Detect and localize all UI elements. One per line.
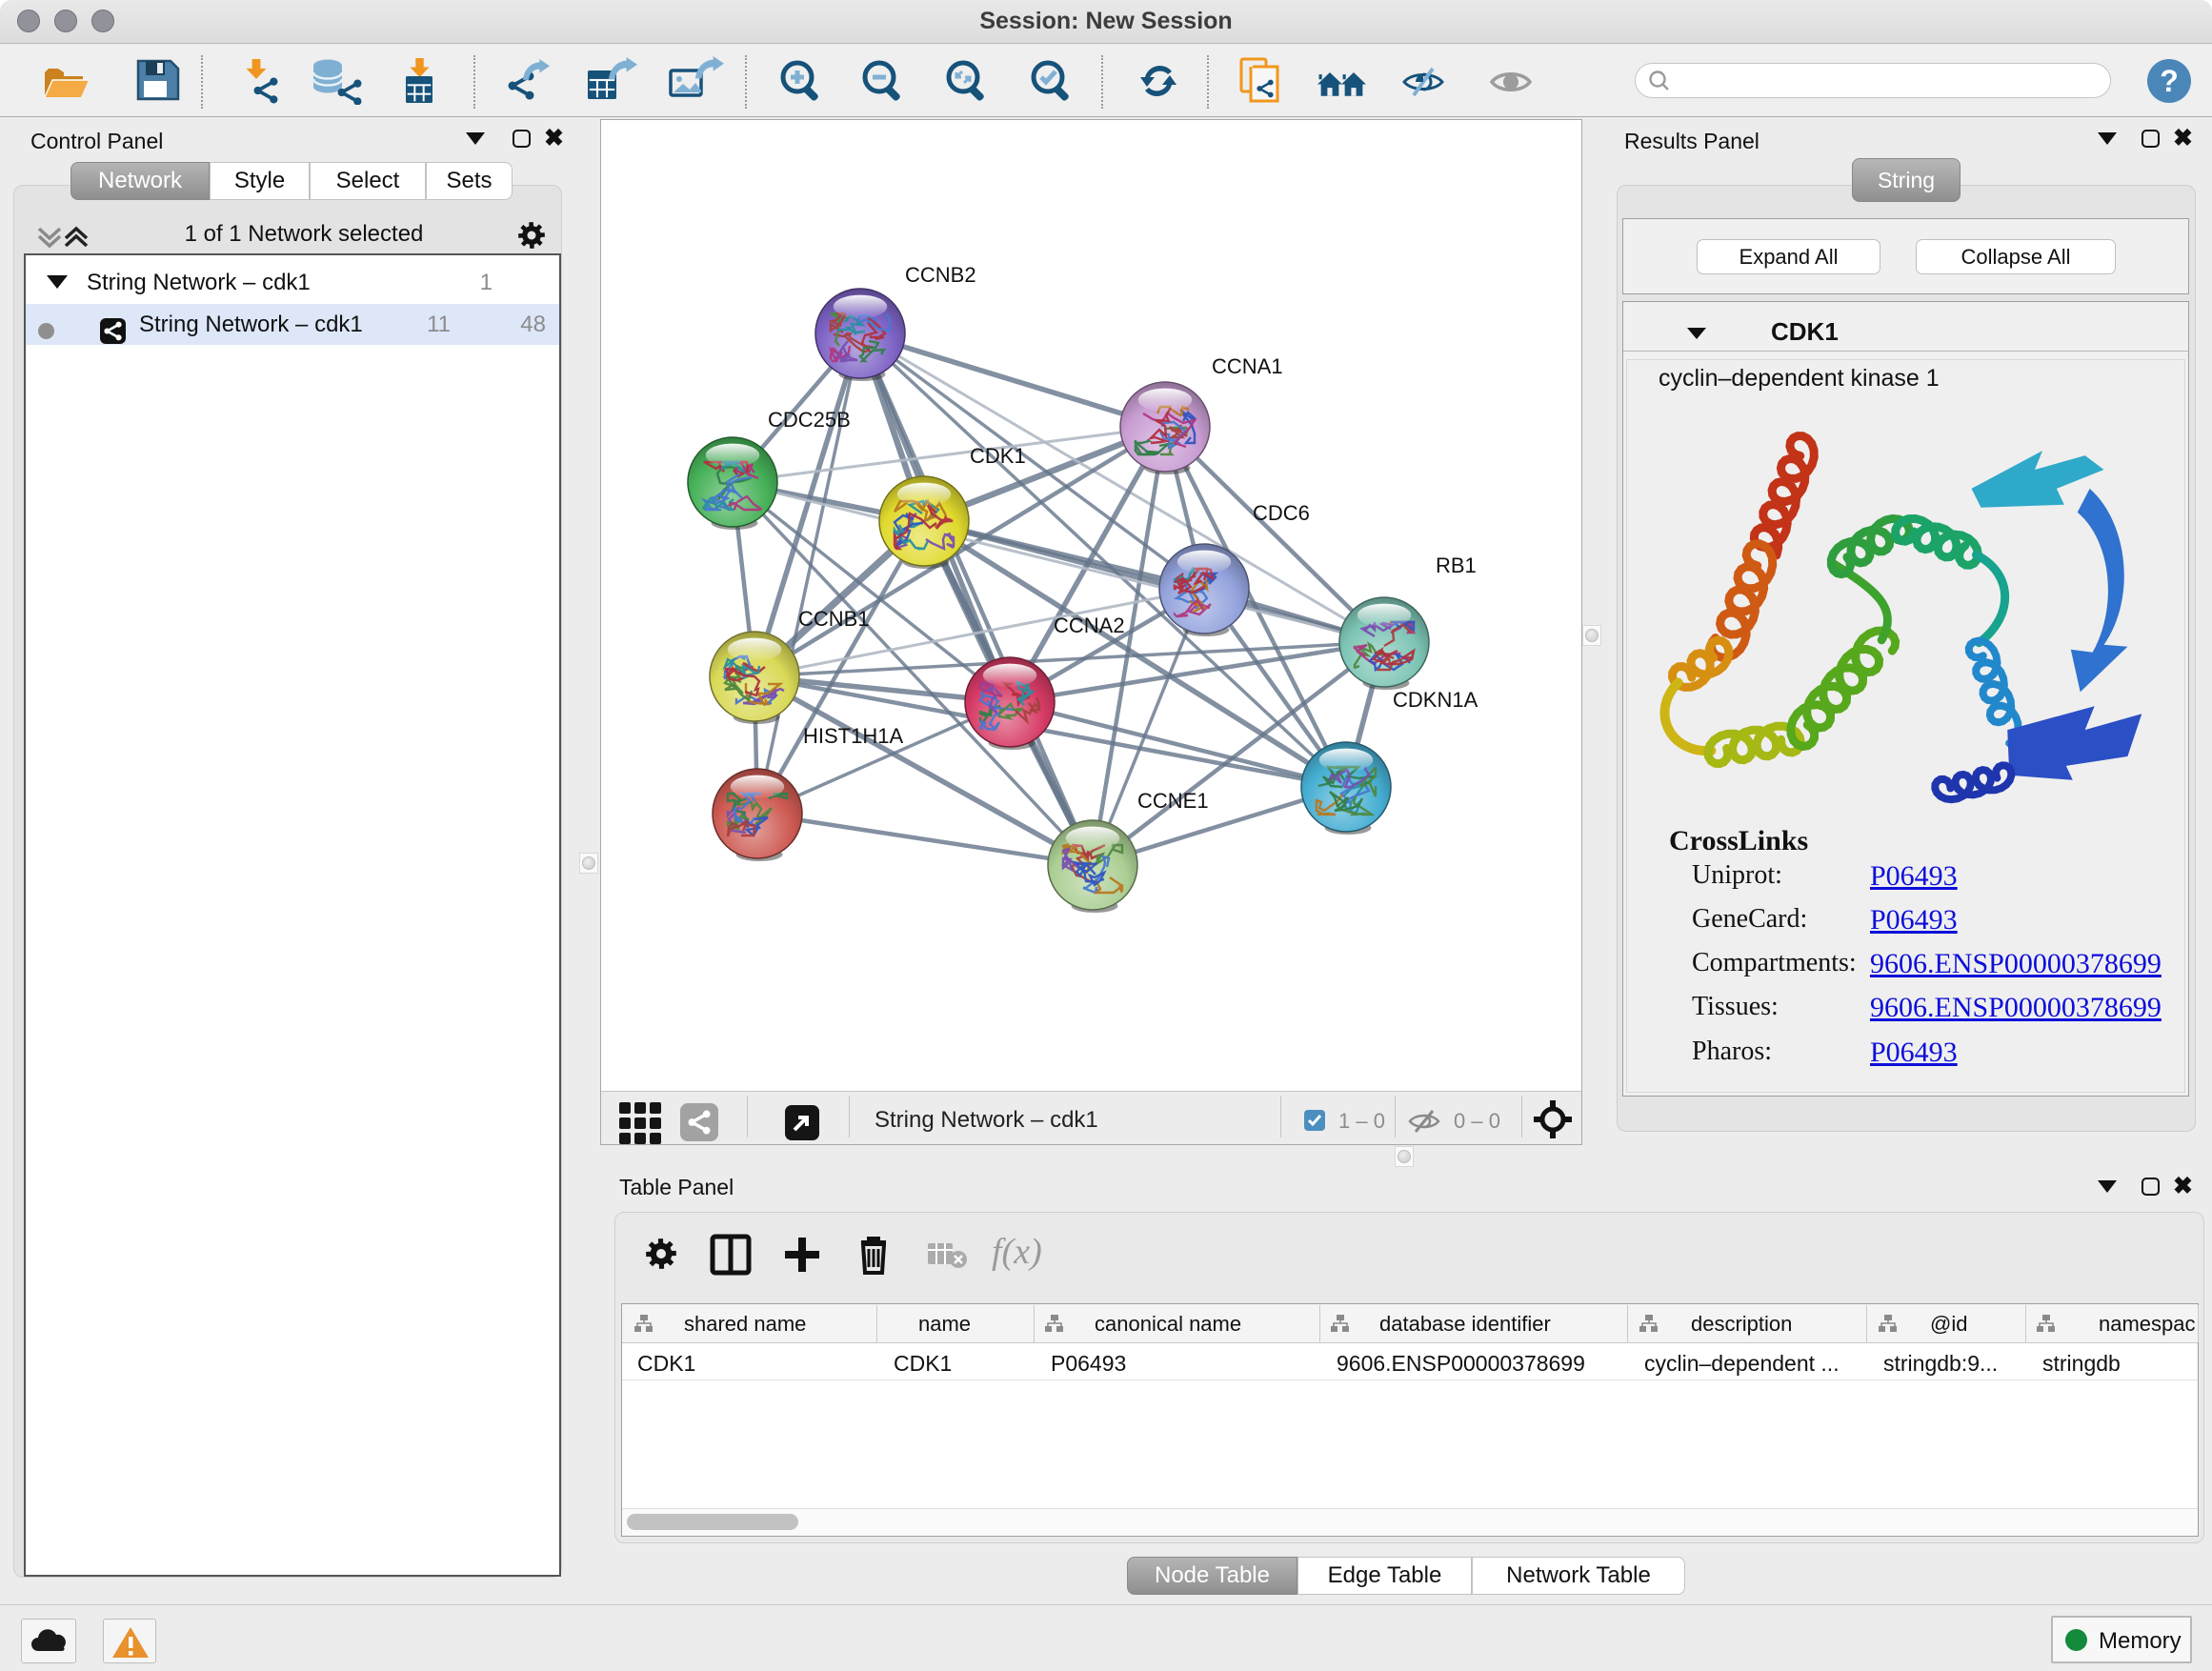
svg-text:CCNB1: CCNB1	[798, 607, 870, 631]
svg-text:HIST1H1A: HIST1H1A	[803, 724, 903, 748]
svg-text:CCNE1: CCNE1	[1137, 789, 1209, 813]
svg-text:CCNA1: CCNA1	[1212, 354, 1283, 378]
svg-text:CDC6: CDC6	[1253, 501, 1310, 525]
svg-text:CDK1: CDK1	[970, 444, 1026, 468]
svg-text:CDKN1A: CDKN1A	[1393, 688, 1478, 712]
svg-text:RB1: RB1	[1436, 554, 1477, 577]
svg-text:?: ?	[2160, 64, 2179, 98]
svg-text:CCNB2: CCNB2	[905, 263, 976, 287]
svg-text:CDC25B: CDC25B	[768, 408, 851, 432]
svg-text:CCNA2: CCNA2	[1054, 614, 1125, 637]
